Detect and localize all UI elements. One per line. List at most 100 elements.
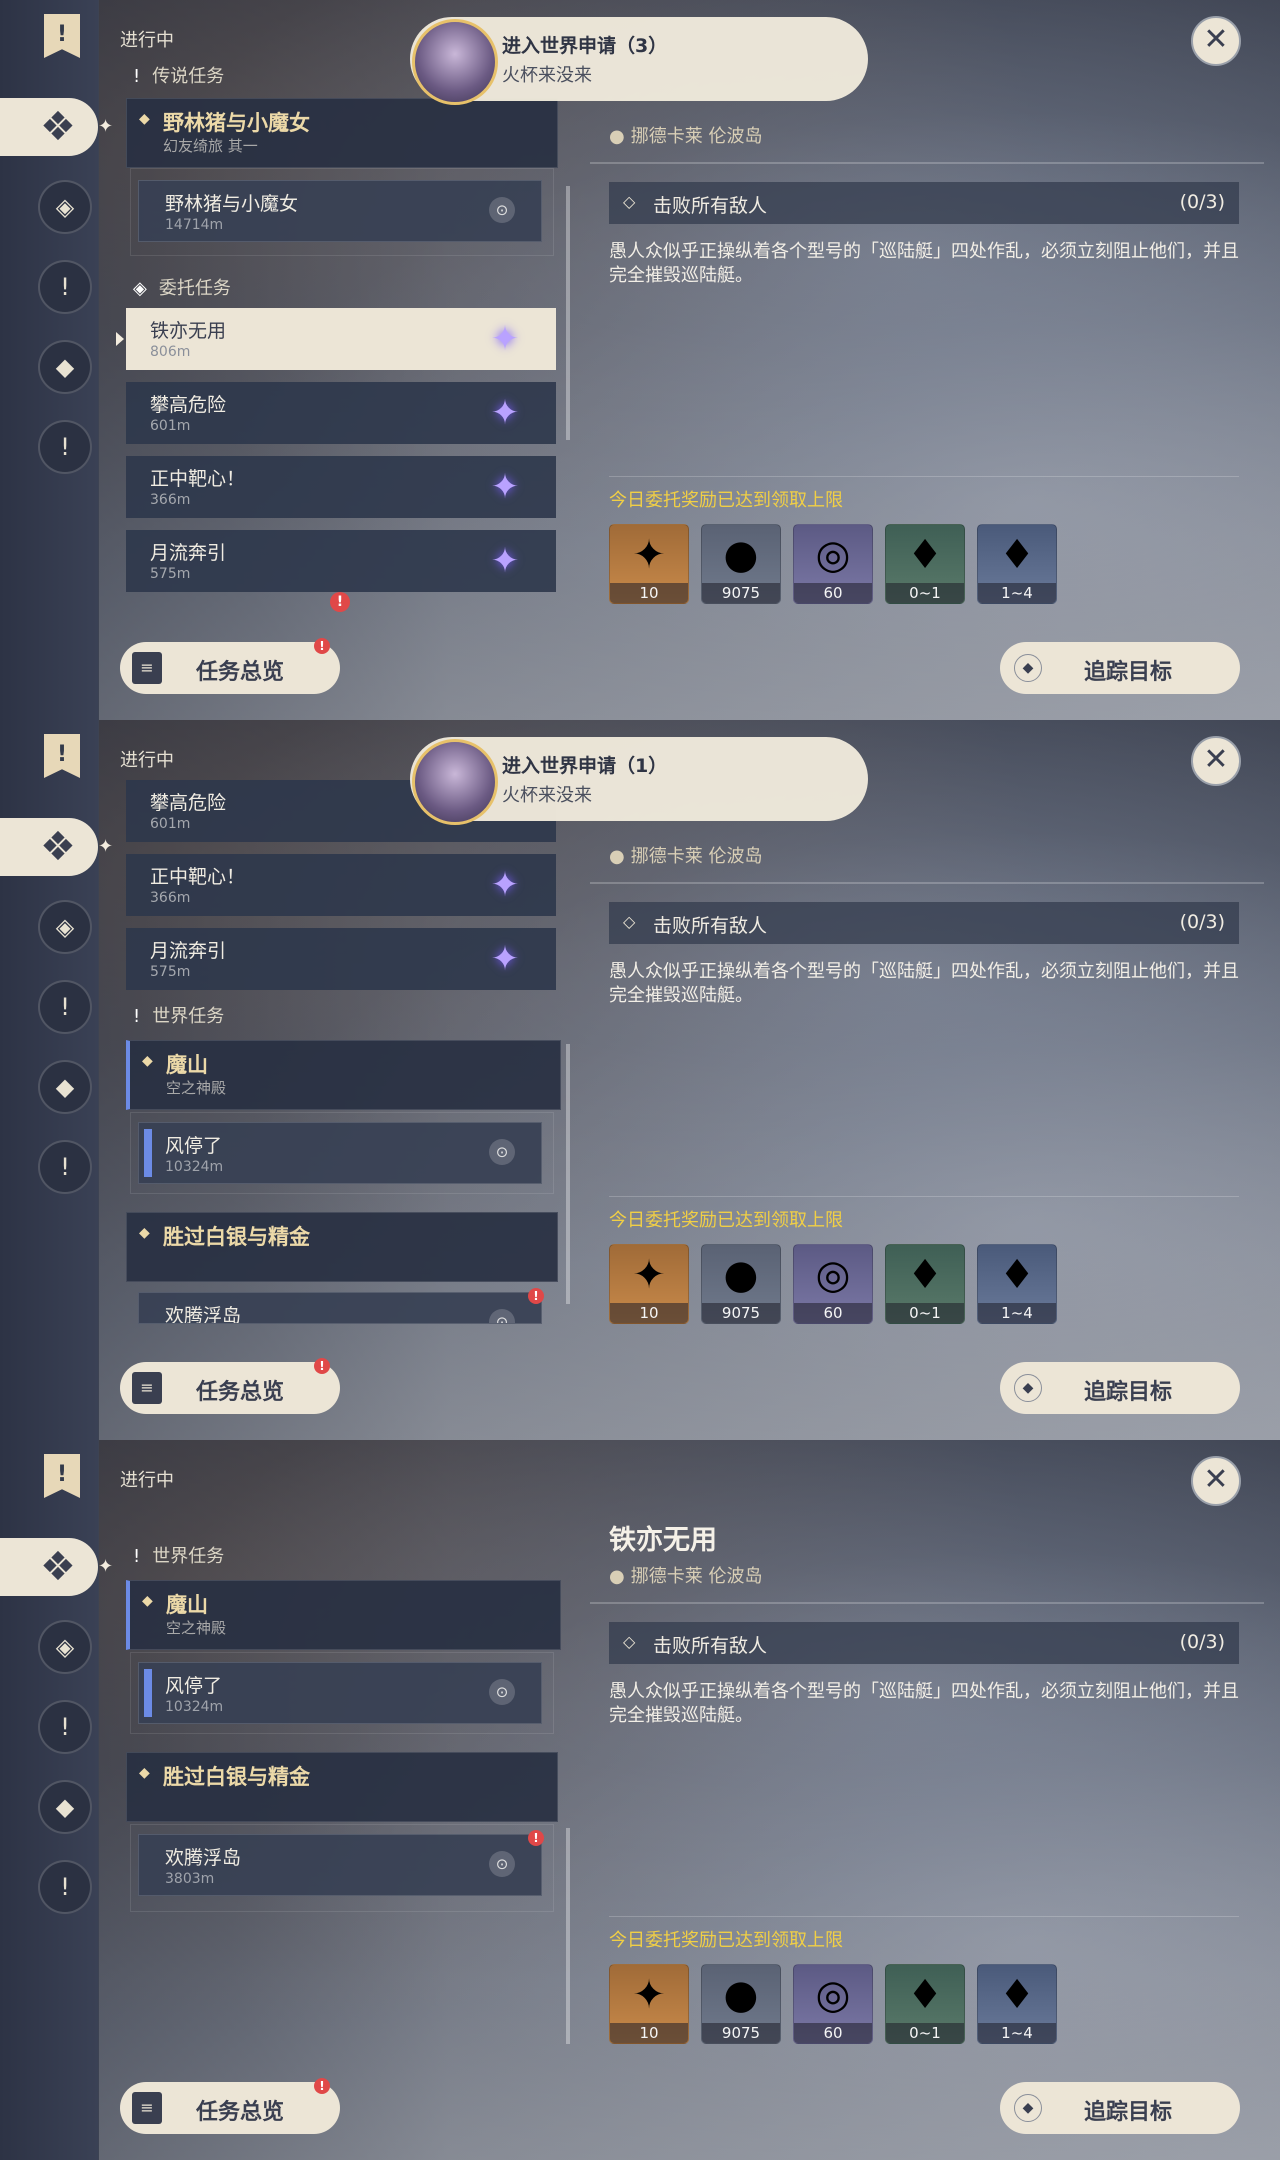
- quest-overview-button[interactable]: ≡ 任务总览 !: [120, 638, 340, 694]
- diamond-icon: ◆: [1014, 2094, 1042, 2122]
- diamond-icon: ◆: [139, 1765, 150, 1781]
- reward-crystal[interactable]: ♦ 0~1: [885, 1964, 965, 2044]
- quest-sub-world-1[interactable]: 风停了 10324m ⊙: [138, 1662, 542, 1724]
- quest-group-world-2[interactable]: ◆ 胜过白银与精金: [126, 1752, 558, 1822]
- reward-ring[interactable]: ◎ 60: [793, 524, 873, 604]
- reward-limit-notice: 今日委托奖励已达到领取上限: [609, 1930, 843, 1951]
- list-scrollbar[interactable]: [566, 1828, 570, 2044]
- divider: [609, 476, 1239, 477]
- divider: [609, 1196, 1239, 1197]
- list-scrollbar[interactable]: [566, 186, 570, 440]
- commission-item-4[interactable]: 月流奔引 575m ✦: [126, 928, 556, 990]
- track-target-button[interactable]: ◆ 追踪目标: [1000, 642, 1240, 694]
- close-button[interactable]: ✕: [1191, 1456, 1241, 1506]
- side-rail: ! ❖ ✦ ◈ ! ◆ !: [0, 1440, 113, 2160]
- world-request-notification[interactable]: 进入世界申请（3） 火杯来没来: [410, 17, 868, 105]
- close-button[interactable]: ✕: [1191, 736, 1241, 786]
- commission-gem-icon: ✦: [490, 393, 520, 433]
- reward-crystal-cluster[interactable]: ♦ 1~4: [977, 1244, 1057, 1324]
- commission-item-3[interactable]: 正中靶心！ 366m ✦: [126, 854, 556, 916]
- quest-sub-world-2[interactable]: 欢腾浮岛 3803m ⊙: [138, 1834, 542, 1896]
- star-icon: ✦: [632, 532, 666, 578]
- rail-tab-archon[interactable]: ◈: [38, 180, 92, 234]
- rail-tab-commission-active[interactable]: ❖: [0, 818, 98, 876]
- alert-icon: !: [314, 1358, 330, 1374]
- rail-tab-legend[interactable]: !: [38, 260, 92, 314]
- exclaim-icon: !: [133, 1006, 141, 1027]
- star-icon: ✦: [632, 1972, 666, 2018]
- rail-tab-world[interactable]: ◆: [38, 340, 92, 394]
- close-button[interactable]: ✕: [1191, 16, 1241, 66]
- reward-mora[interactable]: ● 9075: [701, 1964, 781, 2044]
- rail-tab-world[interactable]: ◆: [38, 1060, 92, 1114]
- exclaim-icon: !: [133, 66, 141, 87]
- quest-bookmark-icon[interactable]: !: [44, 734, 80, 778]
- location-pin-icon[interactable]: ⊙: [489, 1679, 515, 1705]
- world-request-notification[interactable]: 进入世界申请（1） 火杯来没来: [410, 737, 868, 825]
- reward-ring[interactable]: ◎ 60: [793, 1244, 873, 1324]
- pin-icon: ●: [609, 846, 625, 867]
- track-target-button[interactable]: ◆ 追踪目标: [1000, 1362, 1240, 1414]
- reward-star[interactable]: ✦ 10: [609, 1244, 689, 1324]
- quest-group-world-1[interactable]: ◆ 魔山 空之神殿: [126, 1580, 561, 1650]
- location-pin-icon[interactable]: ⊙: [489, 197, 515, 223]
- rail-tab-event[interactable]: !: [38, 420, 92, 474]
- location-pin-icon[interactable]: ⊙: [489, 1309, 515, 1323]
- divider: [590, 162, 1264, 164]
- quest-description: 愚人众似乎正操纵着各个型号的「巡陆艇」四处作乱，必须立刻阻止他们，并且完全摧毁巡…: [609, 961, 1239, 1006]
- location-pin-icon[interactable]: ⊙: [489, 1851, 515, 1877]
- reward-limit-notice: 今日委托奖励已达到领取上限: [609, 1210, 843, 1231]
- quest-sub-world-2[interactable]: 欢腾浮岛 ⊙: [138, 1292, 542, 1324]
- rail-tab-archon[interactable]: ◈: [38, 900, 92, 954]
- reward-mora[interactable]: ● 9075: [701, 1244, 781, 1324]
- diamond-outline-icon: ◈: [133, 278, 147, 299]
- commission-item-3[interactable]: 正中靶心！ 366m ✦: [126, 456, 556, 518]
- alert-icon: !: [314, 2078, 330, 2094]
- location-pin-icon[interactable]: ⊙: [489, 1139, 515, 1165]
- quest-bookmark-icon[interactable]: !: [44, 14, 80, 58]
- quest-overview-button[interactable]: ≡ 任务总览 !: [120, 1358, 340, 1414]
- rail-tab-event[interactable]: !: [38, 1860, 92, 1914]
- reward-ring[interactable]: ◎ 60: [793, 1964, 873, 2044]
- rail-tab-legend[interactable]: !: [38, 980, 92, 1034]
- diamond-icon: ◆: [1014, 1374, 1042, 1402]
- rail-tab-legend[interactable]: !: [38, 1700, 92, 1754]
- section-world: ! 世界任务: [133, 1546, 225, 1567]
- quest-overview-button[interactable]: ≡ 任务总览 !: [120, 2078, 340, 2134]
- list-scrollbar[interactable]: [566, 1044, 570, 1304]
- quest-group-legend[interactable]: ◆ 野林猪与小魔女 幻友绮旅 其一: [126, 98, 558, 168]
- track-bar: [144, 1129, 152, 1177]
- commission-diamond-icon: ❖: [40, 824, 76, 870]
- commission-item-2[interactable]: 攀高危险 601m ✦: [126, 382, 556, 444]
- commission-gem-icon: ✦: [490, 319, 520, 359]
- commission-item-1[interactable]: 铁亦无用 806m ✦: [116, 308, 556, 370]
- track-target-button[interactable]: ◆ 追踪目标: [1000, 2082, 1240, 2134]
- quest-description: 愚人众似乎正操纵着各个型号的「巡陆艇」四处作乱，必须立刻阻止他们，并且完全摧毁巡…: [609, 241, 1239, 286]
- rail-tab-world[interactable]: ◆: [38, 1780, 92, 1834]
- quest-group-world-2[interactable]: ◆ 胜过白银与精金: [126, 1212, 558, 1282]
- rail-tab-event[interactable]: !: [38, 1140, 92, 1194]
- quest-sub-legend[interactable]: 野林猪与小魔女 14714m ⊙: [138, 180, 542, 242]
- quest-bookmark-icon[interactable]: !: [44, 1454, 80, 1498]
- rail-tab-archon[interactable]: ◈: [38, 1620, 92, 1674]
- avatar: [412, 19, 498, 105]
- reward-crystal-cluster[interactable]: ♦ 1~4: [977, 524, 1057, 604]
- crystal-cluster-icon: ♦: [999, 1972, 1035, 2018]
- commission-gem-icon: ✦: [490, 865, 520, 905]
- rail-tab-commission-active[interactable]: ❖: [0, 98, 98, 156]
- reward-crystal[interactable]: ♦ 0~1: [885, 1244, 965, 1324]
- rail-tab-commission-active[interactable]: ❖: [0, 1538, 98, 1596]
- section-world: ! 世界任务: [133, 1006, 225, 1027]
- diamond-icon: ◆: [142, 1053, 153, 1069]
- panel-3: ! ❖ ✦ ◈ ! ◆ ! 进行中 ! 世界任务 ◆ 魔山 空之神殿 风停了 10…: [0, 1440, 1280, 2160]
- reward-star[interactable]: ✦ 10: [609, 524, 689, 604]
- reward-mora[interactable]: ● 9075: [701, 524, 781, 604]
- quest-sub-world-1[interactable]: 风停了 10324m ⊙: [138, 1122, 542, 1184]
- reward-star[interactable]: ✦ 10: [609, 1964, 689, 2044]
- reward-crystal-cluster[interactable]: ♦ 1~4: [977, 1964, 1057, 2044]
- commission-item-4[interactable]: 月流奔引 575m ✦: [126, 530, 556, 592]
- ring-icon: ◎: [815, 1252, 851, 1298]
- reward-crystal[interactable]: ♦ 0~1: [885, 524, 965, 604]
- diamond-icon: ◇: [623, 912, 636, 931]
- quest-group-world-1[interactable]: ◆ 魔山 空之神殿: [126, 1040, 561, 1110]
